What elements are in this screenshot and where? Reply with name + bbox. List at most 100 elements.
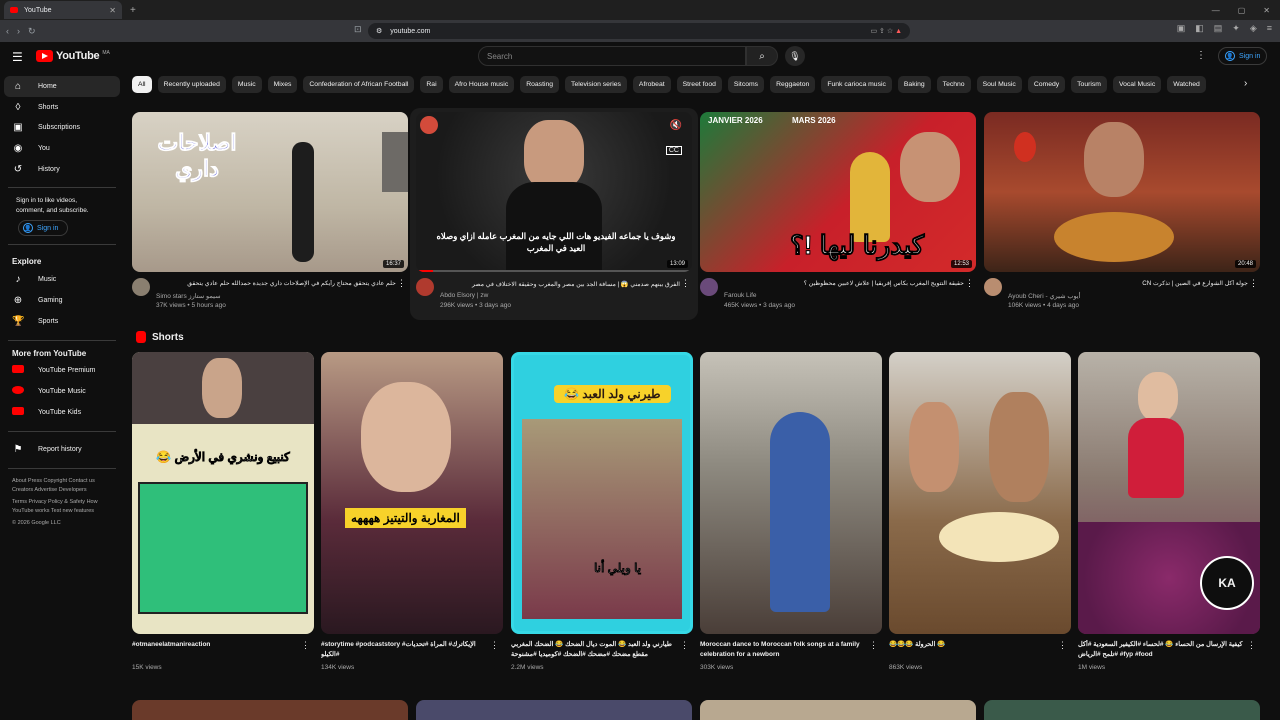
short-menu-icon[interactable]: ⋮ <box>1058 640 1067 651</box>
sidebar-item-sports[interactable]: 🏆 Sports <box>4 311 120 332</box>
channel-name[interactable]: Ayoub Cheri - أيوب شيري <box>1008 292 1080 300</box>
video-card[interactable]: 20:48 جولة أكل الشوارع في الصين | تذكرت … <box>984 112 1260 312</box>
filter-chip[interactable]: Confederation of African Football <box>303 76 415 93</box>
short-thumbnail[interactable] <box>700 352 882 634</box>
short-title[interactable]: #storytime #podcaststory #الإيكاترك# الم… <box>321 640 489 662</box>
channel-avatar[interactable] <box>132 278 150 296</box>
filter-chip[interactable]: Watched <box>1167 76 1206 93</box>
vpn-icon[interactable]: ◈ <box>1250 23 1257 34</box>
filter-chip[interactable]: Soul Music <box>976 76 1022 93</box>
video-thumbnail-partial[interactable] <box>984 700 1260 720</box>
short-menu-icon[interactable]: ⋮ <box>1247 640 1256 651</box>
new-tab-icon[interactable]: + <box>130 5 136 16</box>
video-thumbnail-partial[interactable] <box>700 700 976 720</box>
leo-icon[interactable]: ✦ <box>1232 23 1240 34</box>
reload-icon[interactable]: ↻ <box>28 26 36 37</box>
channel-avatar[interactable] <box>700 278 718 296</box>
channel-name[interactable]: Simo stars سيمو ستارز <box>156 292 221 300</box>
short-menu-icon[interactable]: ⋮ <box>490 640 499 651</box>
channel-name[interactable]: Farouk Life <box>724 292 757 299</box>
sidebar-item-report-history[interactable]: ⚑ Report history <box>4 440 120 461</box>
short-title[interactable]: طيارني ولد العبد 😂 الموت ديال الضحك 😂 ال… <box>511 640 679 662</box>
video-card[interactable]: JANVIER 2026 MARS 2026 كيدرنا ليها !؟ 12… <box>700 112 976 312</box>
short-title[interactable]: كيفية الإرسال من الحساء 😂 #لحساء #الكيفي… <box>1078 640 1246 662</box>
close-window-icon[interactable]: ✕ <box>1263 6 1270 15</box>
search-input[interactable]: Search <box>478 46 746 66</box>
filter-chip[interactable]: Comedy <box>1027 76 1066 93</box>
video-menu-icon[interactable]: ⋮ <box>681 278 690 289</box>
video-menu-icon[interactable]: ⋮ <box>397 278 406 289</box>
short-card[interactable]: طيرني ولد العبد 😂 يا ويلي أنا طيارني ولد… <box>511 352 693 682</box>
sidebar-item-youtube-music[interactable]: YouTube Music <box>4 381 120 402</box>
footer-links-secondary[interactable]: Terms Privacy Policy & Safety How YouTub… <box>4 498 104 515</box>
search-button[interactable]: ⌕ <box>746 46 778 66</box>
filter-chip[interactable]: Baking <box>897 76 931 93</box>
video-thumbnail-partial[interactable] <box>132 700 408 720</box>
footer-links-primary[interactable]: About Press Copyright Contact us Creator… <box>4 477 104 494</box>
sidebar-item-history[interactable]: ↺ History <box>4 159 120 180</box>
video-thumbnail[interactable]: اصلاحات داري 16:37 <box>132 112 408 272</box>
short-title[interactable]: 😂😂😂 الحرولة 😂 <box>889 640 1057 662</box>
filter-chip[interactable]: Funk carioca music <box>821 76 892 93</box>
filter-chip[interactable]: Street food <box>676 76 722 93</box>
hamburger-menu-icon[interactable]: ☰ <box>12 50 23 64</box>
filter-chip[interactable]: Reggaeton <box>770 76 816 93</box>
sidebar-item-shorts[interactable]: ◊ Shorts <box>4 97 120 118</box>
forward-icon[interactable]: › <box>17 26 20 36</box>
filter-chip[interactable]: Music <box>231 76 262 93</box>
maximize-icon[interactable]: ▢ <box>1238 6 1246 15</box>
filter-chip[interactable]: Roasting <box>520 76 560 93</box>
short-menu-icon[interactable]: ⋮ <box>301 640 310 651</box>
video-title[interactable]: حلم عادي يتحقق محتاج رأيكم في الإصلاحات … <box>156 280 396 287</box>
menu-icon[interactable]: ≡ <box>1267 23 1272 34</box>
extension-icon[interactable]: ▣ <box>1177 23 1186 34</box>
mute-icon[interactable]: 🔇 <box>670 120 682 131</box>
sidebar-item-youtube-kids[interactable]: YouTube Kids <box>4 402 120 423</box>
filter-chip[interactable]: All <box>132 76 152 93</box>
filter-chip[interactable]: Afro House music <box>448 76 515 93</box>
bookmark-icon[interactable]: ⊡ <box>354 24 362 35</box>
short-thumbnail[interactable]: المغاربة والتيتيز ههههه <box>321 352 503 634</box>
short-menu-icon[interactable]: ⋮ <box>680 640 689 651</box>
short-card[interactable]: 😂😂😂 الحرولة 😂 ⋮ 863K views <box>889 352 1071 682</box>
short-card[interactable]: Moroccan dance to Moroccan folk songs at… <box>700 352 882 682</box>
sidebar-item-music[interactable]: ♪ Music <box>4 269 120 290</box>
video-card[interactable]: 🔇 CC وشوف يا جماعه الفيديو هات اللي جايه… <box>416 112 692 312</box>
filter-chip[interactable]: Mixes <box>267 76 298 93</box>
voice-search-button[interactable]: 🎙 <box>785 46 805 66</box>
url-field[interactable]: ⚙ youtube.com ▭ ⇪ ☆ ▲ <box>368 23 910 39</box>
short-thumbnail[interactable]: KA <box>1078 352 1260 634</box>
filter-chip[interactable]: Recently uploaded <box>157 76 226 93</box>
signin-button[interactable]: 👤 Sign in <box>1218 47 1268 65</box>
short-card[interactable]: KA كيفية الإرسال من الحساء 😂 #لحساء #الك… <box>1078 352 1260 682</box>
channel-name[interactable]: Abdo Elsory | zw <box>440 292 488 299</box>
site-info-icon[interactable]: ⚙ <box>376 27 382 35</box>
captions-icon[interactable]: CC <box>665 146 682 155</box>
youtube-logo[interactable]: YouTube MA <box>36 50 110 62</box>
video-menu-icon[interactable]: ⋮ <box>1249 278 1258 289</box>
minimize-icon[interactable]: — <box>1212 6 1220 15</box>
short-thumbnail[interactable]: كنبيع ونشري في الأرض 😂 <box>132 352 314 634</box>
filter-chip[interactable]: Tourism <box>1071 76 1107 93</box>
video-title[interactable]: حقيقة التتويج المغرب بكأس إفريقيا | علاش… <box>724 280 964 287</box>
filter-chip[interactable]: Vocal Music <box>1112 76 1162 93</box>
filter-chip[interactable]: Techno <box>936 76 971 93</box>
sidebar-item-home[interactable]: ⌂ Home <box>4 76 120 97</box>
short-title[interactable]: #otmaneelatmanireaction <box>132 640 300 662</box>
sidebar-item-youtube-premium[interactable]: YouTube Premium <box>4 361 120 382</box>
wallet-icon[interactable]: ▤ <box>1214 23 1223 34</box>
sidebar-toggle-icon[interactable]: ◧ <box>1195 23 1204 34</box>
video-thumbnail-partial[interactable] <box>416 700 692 720</box>
filter-chip[interactable]: Sitcoms <box>727 76 765 93</box>
short-menu-icon[interactable]: ⋮ <box>869 640 878 651</box>
short-card[interactable]: المغاربة والتيتيز ههههه #storytime #podc… <box>321 352 503 682</box>
filter-chip[interactable]: Afrobeat <box>632 76 671 93</box>
video-card[interactable]: اصلاحات داري 16:37 حلم عادي يتحقق محتاج … <box>132 112 408 312</box>
chips-next-icon[interactable]: › <box>1244 78 1247 89</box>
video-menu-icon[interactable]: ⋮ <box>965 278 974 289</box>
channel-avatar[interactable] <box>984 278 1002 296</box>
back-icon[interactable]: ‹ <box>6 26 9 36</box>
video-title[interactable]: جولة أكل الشوارع في الصين | تذكرت CN <box>1008 280 1248 287</box>
short-thumbnail[interactable] <box>889 352 1071 634</box>
close-tab-icon[interactable]: ✕ <box>109 6 116 15</box>
